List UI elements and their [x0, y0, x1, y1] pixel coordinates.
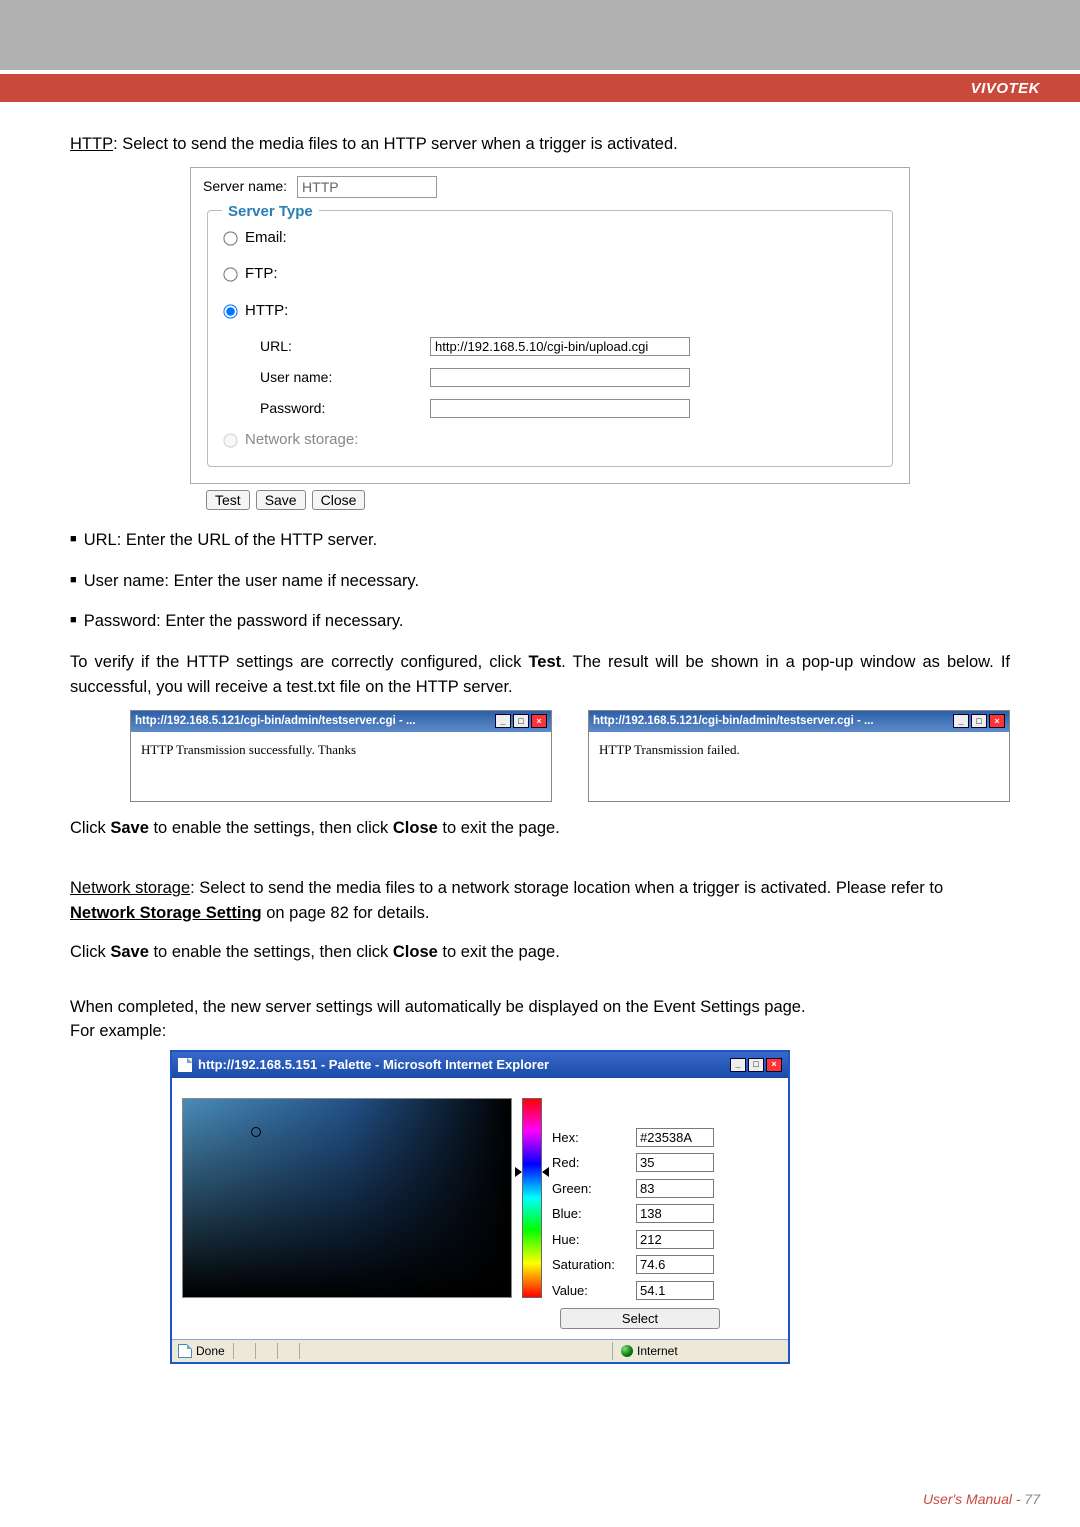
blue-label: Blue: [552, 1204, 636, 1224]
maximize-icon[interactable]: □ [513, 714, 529, 728]
save-close-paragraph-2: Click Save to enable the settings, then … [70, 940, 1010, 965]
brand-bar: VIVOTEK [0, 74, 1080, 102]
hue-marker-right-icon [542, 1167, 549, 1177]
page-icon [178, 1344, 192, 1358]
save-close-paragraph: Click Save to enable the settings, then … [70, 816, 1010, 841]
bullet-username: User name: Enter the user name if necess… [70, 569, 1010, 594]
http-intro-text: : Select to send the media files to an H… [113, 135, 678, 153]
status-done-text: Done [196, 1342, 225, 1360]
footer-manual: User's Manual - [923, 1491, 1024, 1507]
fail-popup-title: http://192.168.5.121/cgi-bin/admin/tests… [593, 713, 874, 730]
http-radio[interactable] [223, 304, 237, 318]
server-type-legend: Server Type [222, 201, 319, 224]
brand-text: VIVOTEK [971, 80, 1040, 97]
select-button[interactable]: Select [560, 1308, 720, 1329]
hue-label: Hue: [552, 1230, 636, 1250]
save-button[interactable]: Save [256, 490, 306, 510]
red-input[interactable] [636, 1153, 714, 1172]
server-name-input[interactable] [297, 176, 437, 198]
hex-label: Hex: [552, 1128, 636, 1148]
sv-selection-indicator [251, 1127, 261, 1137]
close-icon[interactable]: × [766, 1058, 782, 1072]
ie-page-icon [178, 1058, 192, 1072]
completed-line2: For example: [70, 1019, 1010, 1044]
green-label: Green: [552, 1179, 636, 1199]
saturation-label: Saturation: [552, 1255, 636, 1275]
server-name-label: Server name: [203, 176, 287, 197]
hue-input[interactable] [636, 1230, 714, 1249]
red-label: Red: [552, 1153, 636, 1173]
username-label: User name: [260, 367, 430, 388]
http-radio-label: HTTP: [245, 300, 288, 323]
server-type-fieldset: Server Type Email: FTP: HTTP: URL: [207, 210, 893, 467]
email-radio[interactable] [223, 231, 237, 245]
footer: User's Manual - 77 [923, 1491, 1040, 1507]
ns-link: Network Storage Setting [70, 904, 262, 922]
bullet-password: Password: Enter the password if necessar… [70, 609, 1010, 634]
blue-input[interactable] [636, 1204, 714, 1223]
fail-popup-body: HTTP Transmission failed. [589, 732, 1009, 768]
network-storage-radio-label: Network storage: [245, 429, 358, 452]
network-storage-radio[interactable] [223, 433, 237, 447]
value-input[interactable] [636, 1281, 714, 1300]
value-label: Value: [552, 1281, 636, 1301]
status-zone-text: Internet [637, 1342, 678, 1360]
hue-marker-left-icon [515, 1167, 522, 1177]
bullet-url: URL: Enter the URL of the HTTP server. [70, 528, 1010, 553]
ftp-radio[interactable] [223, 267, 237, 281]
palette-window-title: http://192.168.5.151 - Palette - Microso… [198, 1055, 549, 1075]
url-label: URL: [260, 336, 430, 357]
ftp-radio-label: FTP: [245, 263, 278, 286]
success-popup-body: HTTP Transmission successfully. Thanks [131, 732, 551, 768]
server-config-panel: Server name: Server Type Email: FTP: HTT… [190, 167, 910, 484]
close-button[interactable]: Close [312, 490, 366, 510]
network-storage-paragraph: Network storage: Select to send the medi… [70, 876, 1010, 926]
password-label: Password: [260, 398, 430, 419]
green-input[interactable] [636, 1179, 714, 1198]
url-input[interactable] [430, 337, 690, 356]
saturation-value-picker[interactable] [182, 1098, 512, 1298]
password-input[interactable] [430, 399, 690, 418]
saturation-input[interactable] [636, 1255, 714, 1274]
completed-line1: When completed, the new server settings … [70, 995, 1010, 1020]
http-intro: HTTP: Select to send the media files to … [70, 132, 1010, 157]
minimize-icon[interactable]: _ [953, 714, 969, 728]
success-popup: http://192.168.5.121/cgi-bin/admin/tests… [130, 710, 552, 802]
maximize-icon[interactable]: □ [748, 1058, 764, 1072]
username-input[interactable] [430, 368, 690, 387]
footer-page: 77 [1024, 1491, 1040, 1507]
email-radio-label: Email: [245, 227, 287, 250]
status-bar: Done Internet [172, 1339, 788, 1362]
palette-window: http://192.168.5.151 - Palette - Microso… [170, 1050, 790, 1364]
minimize-icon[interactable]: _ [495, 714, 511, 728]
ns-keyword: Network storage [70, 879, 190, 897]
verify-paragraph: To verify if the HTTP settings are corre… [70, 650, 1010, 700]
http-keyword: HTTP [70, 135, 113, 153]
field-descriptions: URL: Enter the URL of the HTTP server. U… [70, 528, 1010, 634]
internet-zone-icon [621, 1345, 633, 1357]
success-popup-title: http://192.168.5.121/cgi-bin/admin/tests… [135, 713, 416, 730]
hex-input[interactable] [636, 1128, 714, 1147]
close-icon[interactable]: × [989, 714, 1005, 728]
maximize-icon[interactable]: □ [971, 714, 987, 728]
hue-slider[interactable] [522, 1098, 542, 1298]
minimize-icon[interactable]: _ [730, 1058, 746, 1072]
close-icon[interactable]: × [531, 714, 547, 728]
test-button[interactable]: Test [206, 490, 250, 510]
fail-popup: http://192.168.5.121/cgi-bin/admin/tests… [588, 710, 1010, 802]
